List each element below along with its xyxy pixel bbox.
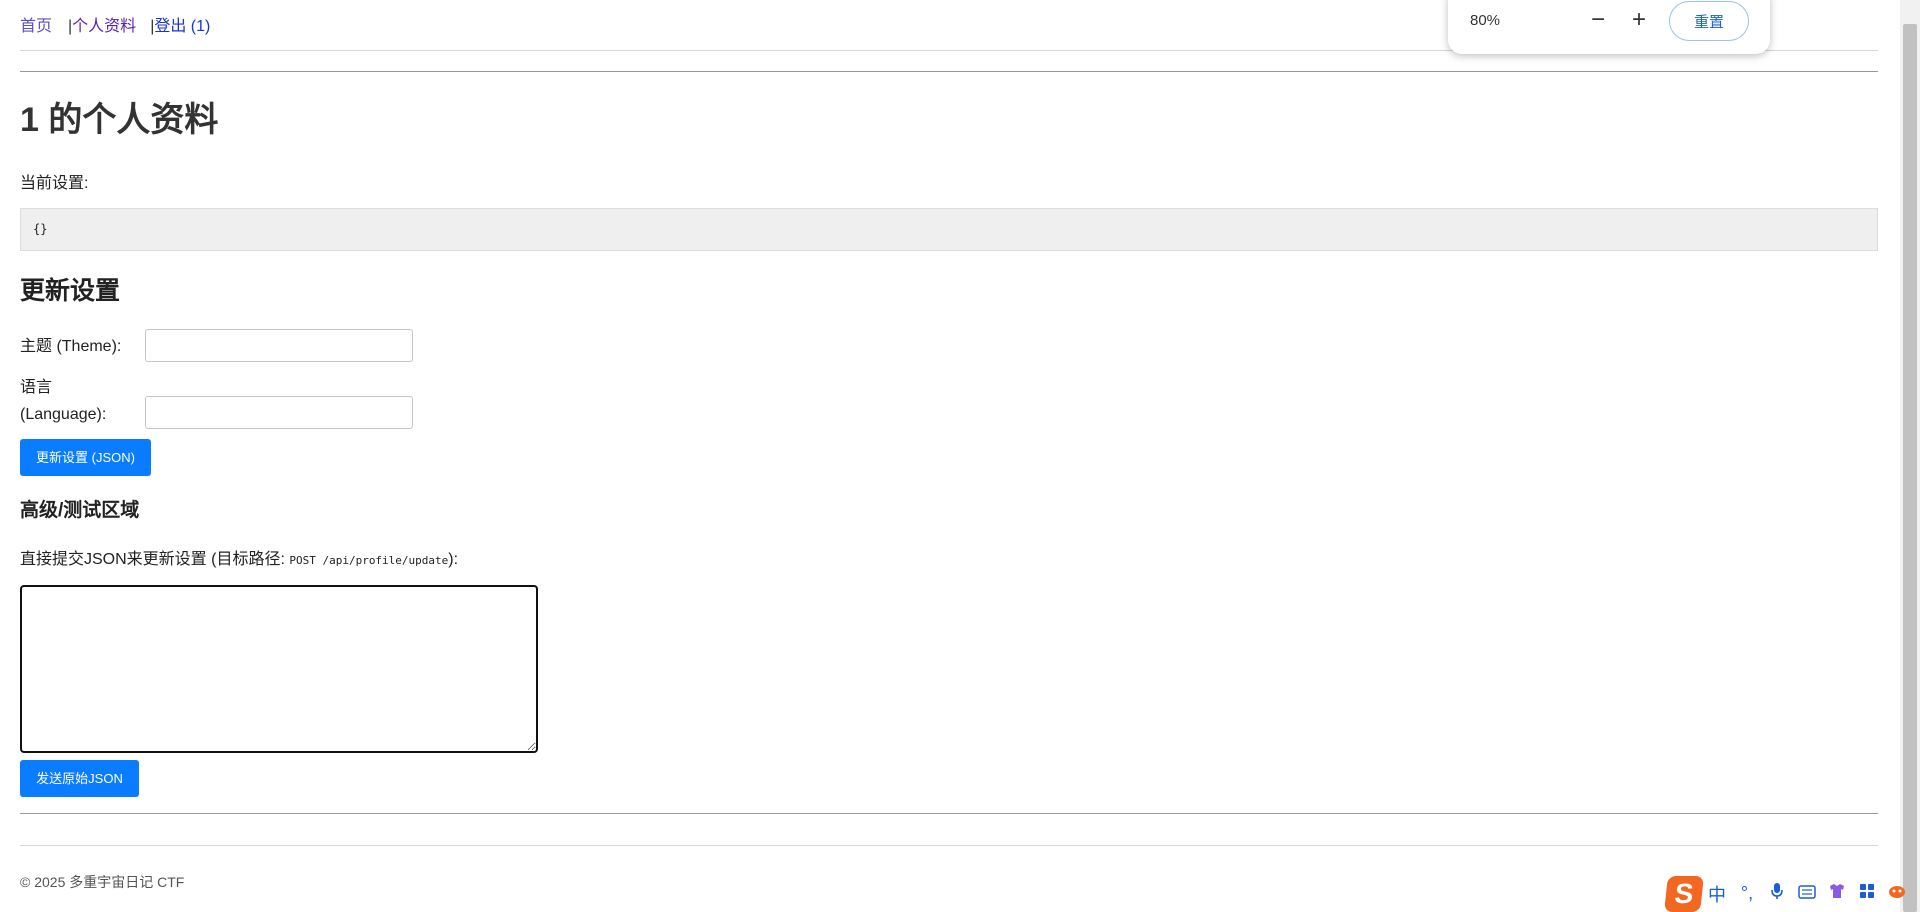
sogou-logo-icon[interactable]: S <box>1664 875 1704 912</box>
nav-logout-link[interactable]: 登出 (1) <box>154 18 210 35</box>
toolbox-icon[interactable] <box>1852 883 1882 904</box>
zoom-in-button[interactable]: + <box>1625 6 1653 34</box>
current-settings-value: {} <box>33 222 48 236</box>
direct-json-text-end: ): <box>448 551 459 568</box>
page-title: 1 的个人资料 <box>20 101 219 139</box>
mascot-icon[interactable] <box>1882 883 1912 904</box>
skin-icon[interactable] <box>1822 883 1852 904</box>
direct-json-text: 直接提交JSON来更新设置 (目标路径: <box>20 551 290 568</box>
zoom-level: 80% <box>1470 12 1501 29</box>
zoom-popup: 80% − + 重置 <box>1448 0 1770 54</box>
top-nav: 首页 |个人资料 |登出 (1) <box>20 15 210 39</box>
footer-text: © 2025 多重宇宙日记 CTF <box>20 874 185 890</box>
chinese-mode-icon[interactable]: 中 <box>1702 881 1732 907</box>
vertical-scrollbar[interactable] <box>1900 0 1920 912</box>
theme-label: 主题 (Theme): <box>20 338 122 355</box>
nav-profile-link[interactable]: 个人资料 <box>72 18 136 35</box>
target-path: POST /api/profile/update <box>289 554 449 567</box>
theme-input[interactable] <box>145 329 413 362</box>
nav-home-link[interactable]: 首页 <box>20 18 52 35</box>
scrollbar-arrow-up[interactable] <box>1900 0 1920 18</box>
language-input[interactable] <box>145 396 413 429</box>
zoom-out-button[interactable]: − <box>1584 6 1612 34</box>
punctuation-icon[interactable]: °, <box>1732 883 1762 904</box>
update-settings-heading: 更新设置 <box>20 277 121 305</box>
current-settings-label: 当前设置: <box>20 175 89 192</box>
update-settings-button[interactable]: 更新设置 (JSON) <box>20 439 151 476</box>
current-settings-box: {} <box>20 208 1878 251</box>
send-raw-json-button[interactable]: 发送原始JSON <box>20 760 139 797</box>
scrollbar-thumb[interactable] <box>1903 24 1917 912</box>
advanced-heading: 高级/测试区域 <box>20 500 140 521</box>
divider <box>20 71 1878 72</box>
microphone-icon[interactable] <box>1762 882 1792 905</box>
direct-json-instructions: 直接提交JSON来更新设置 (目标路径: POST /api/profile/u… <box>20 545 458 569</box>
raw-json-textarea[interactable] <box>20 585 538 753</box>
language-label: 语言 (Language): <box>20 379 107 423</box>
zoom-reset-button[interactable]: 重置 <box>1669 1 1749 41</box>
divider <box>20 813 1878 814</box>
keyboard-icon[interactable] <box>1792 883 1822 904</box>
ime-toolbar: S 中 °, <box>1664 875 1920 912</box>
divider <box>20 845 1878 846</box>
